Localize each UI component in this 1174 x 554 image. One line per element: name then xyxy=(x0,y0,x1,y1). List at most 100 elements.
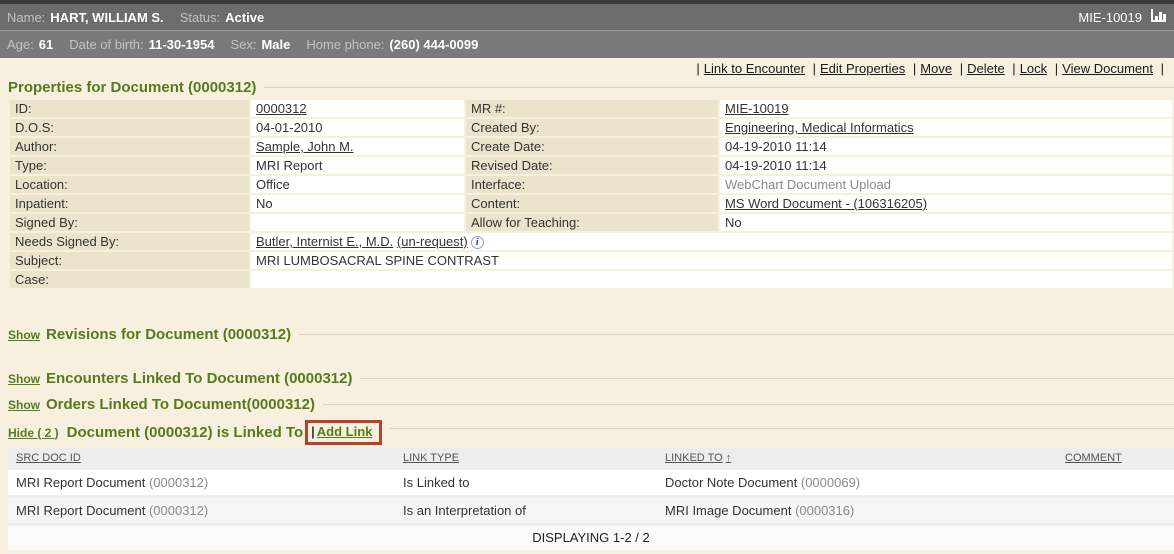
linked-to-id: (0000316) xyxy=(795,503,854,518)
linked-to-section-heading: Hide ( 2 ) Document (0000312) is Linked … xyxy=(8,420,1174,445)
content-link[interactable]: MS Word Document - (106316205) xyxy=(725,196,927,211)
sort-linked-to[interactable]: LINKED TO xyxy=(665,452,723,464)
field-value-signed-by xyxy=(251,214,464,231)
table-row: Location: Office Interface: WebChart Doc… xyxy=(10,176,1172,193)
field-value-case xyxy=(251,271,1172,288)
separator: | xyxy=(696,61,699,76)
encounters-section-heading: Show Encounters Linked To Document (0000… xyxy=(8,370,1174,387)
properties-table: ID: 0000312 MR #: MIE-10019 D.O.S: 04-01… xyxy=(8,98,1174,290)
table-row: Author: Sample, John M. Create Date: 04-… xyxy=(10,138,1172,155)
table-row: MRI Report Document (0000312) Is an Inte… xyxy=(8,495,1174,523)
document-actions-bar: | Link to Encounter | Edit Properties | Mov… xyxy=(0,58,1174,79)
sort-src-doc-id[interactable]: SRC DOC ID xyxy=(16,452,81,464)
revisions-section-heading: Show Revisions for Document (0000312) xyxy=(8,326,1174,343)
dob-label: Date of birth: xyxy=(69,37,143,52)
field-label-id: ID: xyxy=(10,100,249,117)
show-encounters-link[interactable]: Show xyxy=(8,372,40,386)
heading-rule xyxy=(323,404,1174,405)
table-footer-row: DISPLAYING 1-2 / 2 xyxy=(8,523,1174,550)
field-label-create-date: Create Date: xyxy=(466,138,718,155)
properties-section-heading: Properties for Document (0000312) xyxy=(8,79,1174,96)
cell-linked-to: Doctor Note Document (0000069) xyxy=(657,467,1057,495)
field-label-created-by: Created By: xyxy=(466,119,718,136)
table-row: D.O.S: 04-01-2010 Created By: Engineerin… xyxy=(10,119,1172,136)
demographics-bar: Age: 61 Date of birth: 11-30-1954 Sex: M… xyxy=(0,30,1174,58)
src-doc-name: MRI Report Document xyxy=(16,503,145,518)
phone-label: Home phone: xyxy=(306,37,384,52)
col-header-link-type: LINK TYPE xyxy=(395,448,657,467)
sort-comment[interactable]: COMMENT xyxy=(1065,452,1122,464)
show-revisions-link[interactable]: Show xyxy=(8,328,40,342)
dob-value: 11-30-1954 xyxy=(149,37,215,52)
linked-to-title: Document (0000312) is Linked To xyxy=(67,424,303,441)
field-label-subject: Subject: xyxy=(10,252,249,269)
table-row: Signed By: Allow for Teaching: No xyxy=(10,214,1172,231)
age-value: 61 xyxy=(39,37,53,52)
encounters-title: Encounters Linked To Document (0000312) xyxy=(46,370,352,387)
mr-number: MIE-10019 xyxy=(1078,10,1142,25)
linked-to-name: Doctor Note Document xyxy=(665,475,797,490)
phone-value: (260) 444-0099 xyxy=(389,37,478,52)
cell-src-doc: MRI Report Document (0000312) xyxy=(8,495,395,523)
field-value-revised-date: 04-19-2010 11:14 xyxy=(720,157,1172,174)
cell-comment xyxy=(1057,467,1174,495)
author-link[interactable]: Sample, John M. xyxy=(256,139,354,154)
created-by-link[interactable]: Engineering, Medical Informatics xyxy=(725,120,914,135)
linked-documents-table: SRC DOC ID LINK TYPE LINKED TO ↑ COMMENT… xyxy=(8,448,1174,550)
field-label-author: Author: xyxy=(10,138,249,155)
field-value-create-date: 04-19-2010 11:14 xyxy=(720,138,1172,155)
sex-value: Male xyxy=(261,37,290,52)
un-request-link[interactable]: (un-request) xyxy=(397,234,468,249)
field-value-created-by: Engineering, Medical Informatics xyxy=(720,119,1172,136)
hide-linked-link[interactable]: Hide ( 2 ) xyxy=(8,426,59,440)
field-label-location: Location: xyxy=(10,176,249,193)
mr-link[interactable]: MIE-10019 xyxy=(725,101,789,116)
table-row: MRI Report Document (0000312) Is Linked … xyxy=(8,467,1174,495)
table-row: ID: 0000312 MR #: MIE-10019 xyxy=(10,100,1172,117)
col-header-comment: COMMENT xyxy=(1057,448,1174,467)
field-value-author: Sample, John M. xyxy=(251,138,464,155)
field-label-revised-date: Revised Date: xyxy=(466,157,718,174)
delete-link[interactable]: Delete xyxy=(967,61,1005,76)
sort-ascending-icon[interactable]: ↑ xyxy=(726,452,732,464)
sort-link-type[interactable]: LINK TYPE xyxy=(403,452,459,464)
show-orders-link[interactable]: Show xyxy=(8,398,40,412)
orders-title: Orders Linked To Document(0000312) xyxy=(46,396,315,413)
src-doc-id: (0000312) xyxy=(149,503,208,518)
edit-properties-link[interactable]: Edit Properties xyxy=(820,61,905,76)
paging-status: DISPLAYING 1-2 / 2 xyxy=(8,523,1174,550)
bar-chart-icon[interactable] xyxy=(1150,8,1167,26)
needs-signed-by-link[interactable]: Butler, Internist E., M.D. xyxy=(256,234,393,249)
table-row: Inpatient: No Content: MS Word Document … xyxy=(10,195,1172,212)
field-label-case: Case: xyxy=(10,271,249,288)
src-doc-name: MRI Report Document xyxy=(16,475,145,490)
properties-title: Properties for Document (0000312) xyxy=(8,79,256,96)
table-row: Type: MRI Report Revised Date: 04-19-201… xyxy=(10,157,1172,174)
field-value-content: MS Word Document - (106316205) xyxy=(720,195,1172,212)
col-header-src-doc-id: SRC DOC ID xyxy=(8,448,395,467)
add-link-button[interactable]: Add Link xyxy=(317,424,373,439)
field-value-type: MRI Report xyxy=(251,157,464,174)
info-icon[interactable]: i xyxy=(471,236,484,249)
table-header-row: SRC DOC ID LINK TYPE LINKED TO ↑ COMMENT xyxy=(8,448,1174,467)
field-label-signed-by: Signed By: xyxy=(10,214,249,231)
id-link[interactable]: 0000312 xyxy=(256,101,307,116)
view-document-link[interactable]: View Document xyxy=(1062,61,1153,76)
table-row: Subject: MRI LUMBOSACRAL SPINE CONTRAST xyxy=(10,252,1172,269)
heading-rule xyxy=(264,87,1174,88)
status-label: Status: xyxy=(180,10,220,25)
src-doc-id: (0000312) xyxy=(149,475,208,490)
col-header-linked-to: LINKED TO ↑ xyxy=(657,448,1057,467)
field-value-needs-signed-by: Butler, Internist E., M.D. (un-request)i xyxy=(251,233,1172,250)
orders-section-heading: Show Orders Linked To Document(0000312) xyxy=(8,396,1174,413)
heading-rule xyxy=(390,428,1174,429)
heading-rule xyxy=(360,378,1174,379)
cell-src-doc: MRI Report Document (0000312) xyxy=(8,467,395,495)
field-label-content: Content: xyxy=(466,195,718,212)
separator: | xyxy=(960,61,963,76)
lock-link[interactable]: Lock xyxy=(1020,61,1047,76)
patient-header-bar: Name: HART, WILLIAM S. Status: Active MI… xyxy=(0,4,1174,30)
move-link[interactable]: Move xyxy=(920,61,952,76)
link-to-encounter-link[interactable]: Link to Encounter xyxy=(704,61,805,76)
separator: | xyxy=(1012,61,1015,76)
